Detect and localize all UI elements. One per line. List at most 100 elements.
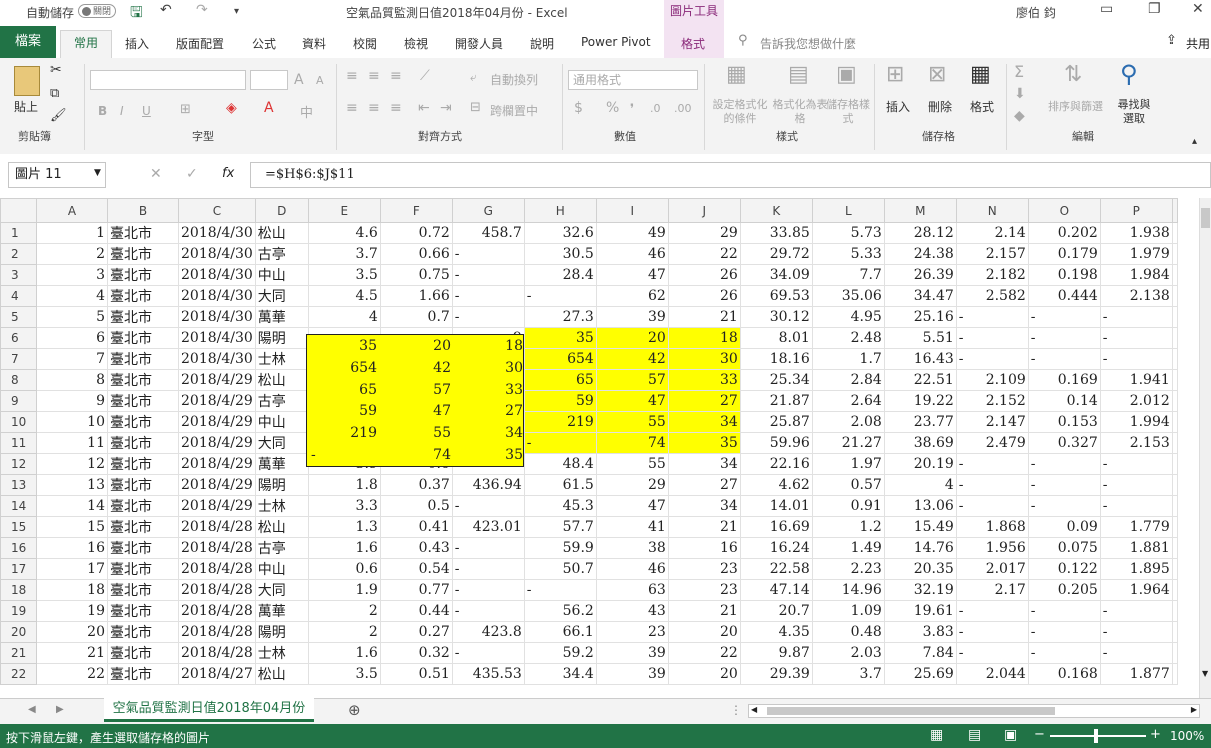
cell[interactable]: 2.48: [811, 327, 885, 349]
cell[interactable]: 臺北市: [107, 243, 179, 265]
cell[interactable]: 2.23: [811, 558, 885, 580]
cell[interactable]: [1171, 327, 1178, 349]
cell[interactable]: -: [1027, 600, 1101, 622]
cell[interactable]: 1.66: [379, 285, 453, 307]
cell[interactable]: 28.4: [523, 264, 597, 286]
column-header[interactable]: N: [955, 198, 1029, 223]
cell[interactable]: 56.2: [523, 600, 597, 622]
cell[interactable]: [1171, 411, 1178, 433]
cell[interactable]: 松山: [254, 369, 309, 391]
cell[interactable]: 66.1: [523, 621, 597, 643]
cell[interactable]: 27.3: [523, 306, 597, 328]
align-top-icon[interactable]: ≡: [346, 68, 358, 84]
cell[interactable]: 0.205: [1027, 579, 1101, 601]
cell[interactable]: 59.2: [523, 642, 597, 664]
cell[interactable]: -: [451, 642, 525, 664]
cell[interactable]: 1.2: [811, 516, 885, 538]
cell[interactable]: 47: [595, 495, 669, 517]
cell[interactable]: [1171, 558, 1178, 580]
cell[interactable]: 34: [667, 453, 741, 475]
cell[interactable]: 26: [667, 285, 741, 307]
cell[interactable]: 2.582: [955, 285, 1029, 307]
hscroll-left-icon[interactable]: ◀: [751, 705, 757, 714]
cell[interactable]: 0.122: [1027, 558, 1101, 580]
tab-help[interactable]: 說明: [530, 35, 554, 52]
align-right-icon[interactable]: ≡: [390, 100, 402, 116]
cell[interactable]: 0.7: [379, 306, 453, 328]
cell[interactable]: 32.19: [883, 579, 957, 601]
cell[interactable]: 1.994: [1099, 411, 1173, 433]
column-header[interactable]: [1171, 198, 1178, 223]
cell[interactable]: 34: [667, 495, 741, 517]
clear-icon[interactable]: ◆: [1014, 108, 1025, 124]
cell[interactable]: 0.57: [811, 474, 885, 496]
row-header[interactable]: 7: [0, 348, 37, 370]
insert-cells-icon[interactable]: ⊞: [886, 62, 904, 87]
cell[interactable]: 18: [36, 579, 108, 601]
cell[interactable]: 士林: [254, 495, 309, 517]
cell[interactable]: [1171, 516, 1178, 538]
cell[interactable]: -: [955, 306, 1029, 328]
comma-icon[interactable]: ❜: [630, 102, 634, 117]
cell[interactable]: 45.3: [523, 495, 597, 517]
cell[interactable]: [1171, 642, 1178, 664]
cell[interactable]: 2: [36, 243, 108, 265]
cell[interactable]: 62: [595, 285, 669, 307]
column-header[interactable]: G: [451, 198, 525, 223]
cell[interactable]: 1.7: [811, 348, 885, 370]
cell[interactable]: 2.109: [955, 369, 1029, 391]
cell[interactable]: 22: [36, 663, 108, 685]
cell[interactable]: -: [1099, 495, 1173, 517]
cell[interactable]: 古亭: [254, 243, 309, 265]
autosum-icon[interactable]: Σ: [1014, 62, 1024, 81]
increase-decimal-icon[interactable]: .0: [650, 102, 661, 115]
cell[interactable]: 2.08: [811, 411, 885, 433]
cell[interactable]: 中山: [254, 411, 309, 433]
vertical-scrollbar[interactable]: ▼: [1199, 198, 1211, 698]
cell[interactable]: 33: [667, 369, 741, 391]
cell[interactable]: 3.5: [307, 663, 381, 685]
cell[interactable]: 2018/4/28: [178, 621, 256, 643]
cell[interactable]: 4.62: [739, 474, 813, 496]
percent-button[interactable]: %: [606, 100, 619, 116]
tab-review[interactable]: 校閱: [353, 35, 377, 52]
cell[interactable]: 22: [667, 642, 741, 664]
cell[interactable]: 臺北市: [107, 432, 179, 454]
column-header[interactable]: I: [595, 198, 669, 223]
cell[interactable]: 29.39: [739, 663, 813, 685]
cell[interactable]: 陽明: [254, 327, 309, 349]
cell[interactable]: 30.5: [523, 243, 597, 265]
cell[interactable]: 1.97: [811, 453, 885, 475]
cell[interactable]: 21: [667, 306, 741, 328]
cell[interactable]: 0.075: [1027, 537, 1101, 559]
tab-home[interactable]: 常用: [60, 30, 112, 59]
cell[interactable]: 3.3: [307, 495, 381, 517]
orientation-icon[interactable]: ⟋: [420, 68, 430, 84]
delete-cells-icon[interactable]: ⊠: [928, 62, 946, 87]
decrease-indent-icon[interactable]: ⇤: [418, 100, 430, 116]
cell[interactable]: 臺北市: [107, 222, 179, 244]
cell[interactable]: -: [451, 285, 525, 307]
cell[interactable]: 6: [36, 327, 108, 349]
cell[interactable]: 臺北市: [107, 516, 179, 538]
cell[interactable]: 30: [667, 348, 741, 370]
number-format-box[interactable]: 通用格式: [568, 70, 698, 90]
row-header[interactable]: 21: [0, 642, 37, 664]
cell[interactable]: 3.5: [307, 264, 381, 286]
cell[interactable]: 5.33: [811, 243, 885, 265]
cancel-icon[interactable]: ✕: [150, 166, 162, 182]
cell[interactable]: 2018/4/29: [178, 432, 256, 454]
format-painter-icon[interactable]: 🖌: [50, 108, 67, 123]
cell[interactable]: 22: [667, 243, 741, 265]
cell[interactable]: 2018/4/30: [178, 348, 256, 370]
tab-page-layout[interactable]: 版面配置: [176, 35, 224, 52]
cell[interactable]: 0.179: [1027, 243, 1101, 265]
column-header[interactable]: P: [1099, 198, 1173, 223]
cell[interactable]: -: [955, 642, 1029, 664]
row-header[interactable]: 20: [0, 621, 37, 643]
cell[interactable]: 18.16: [739, 348, 813, 370]
cell[interactable]: -: [1099, 306, 1173, 328]
border-icon[interactable]: ⊞: [180, 102, 191, 117]
add-sheet-icon[interactable]: ⊕: [348, 701, 361, 719]
cell[interactable]: 0.153: [1027, 411, 1101, 433]
